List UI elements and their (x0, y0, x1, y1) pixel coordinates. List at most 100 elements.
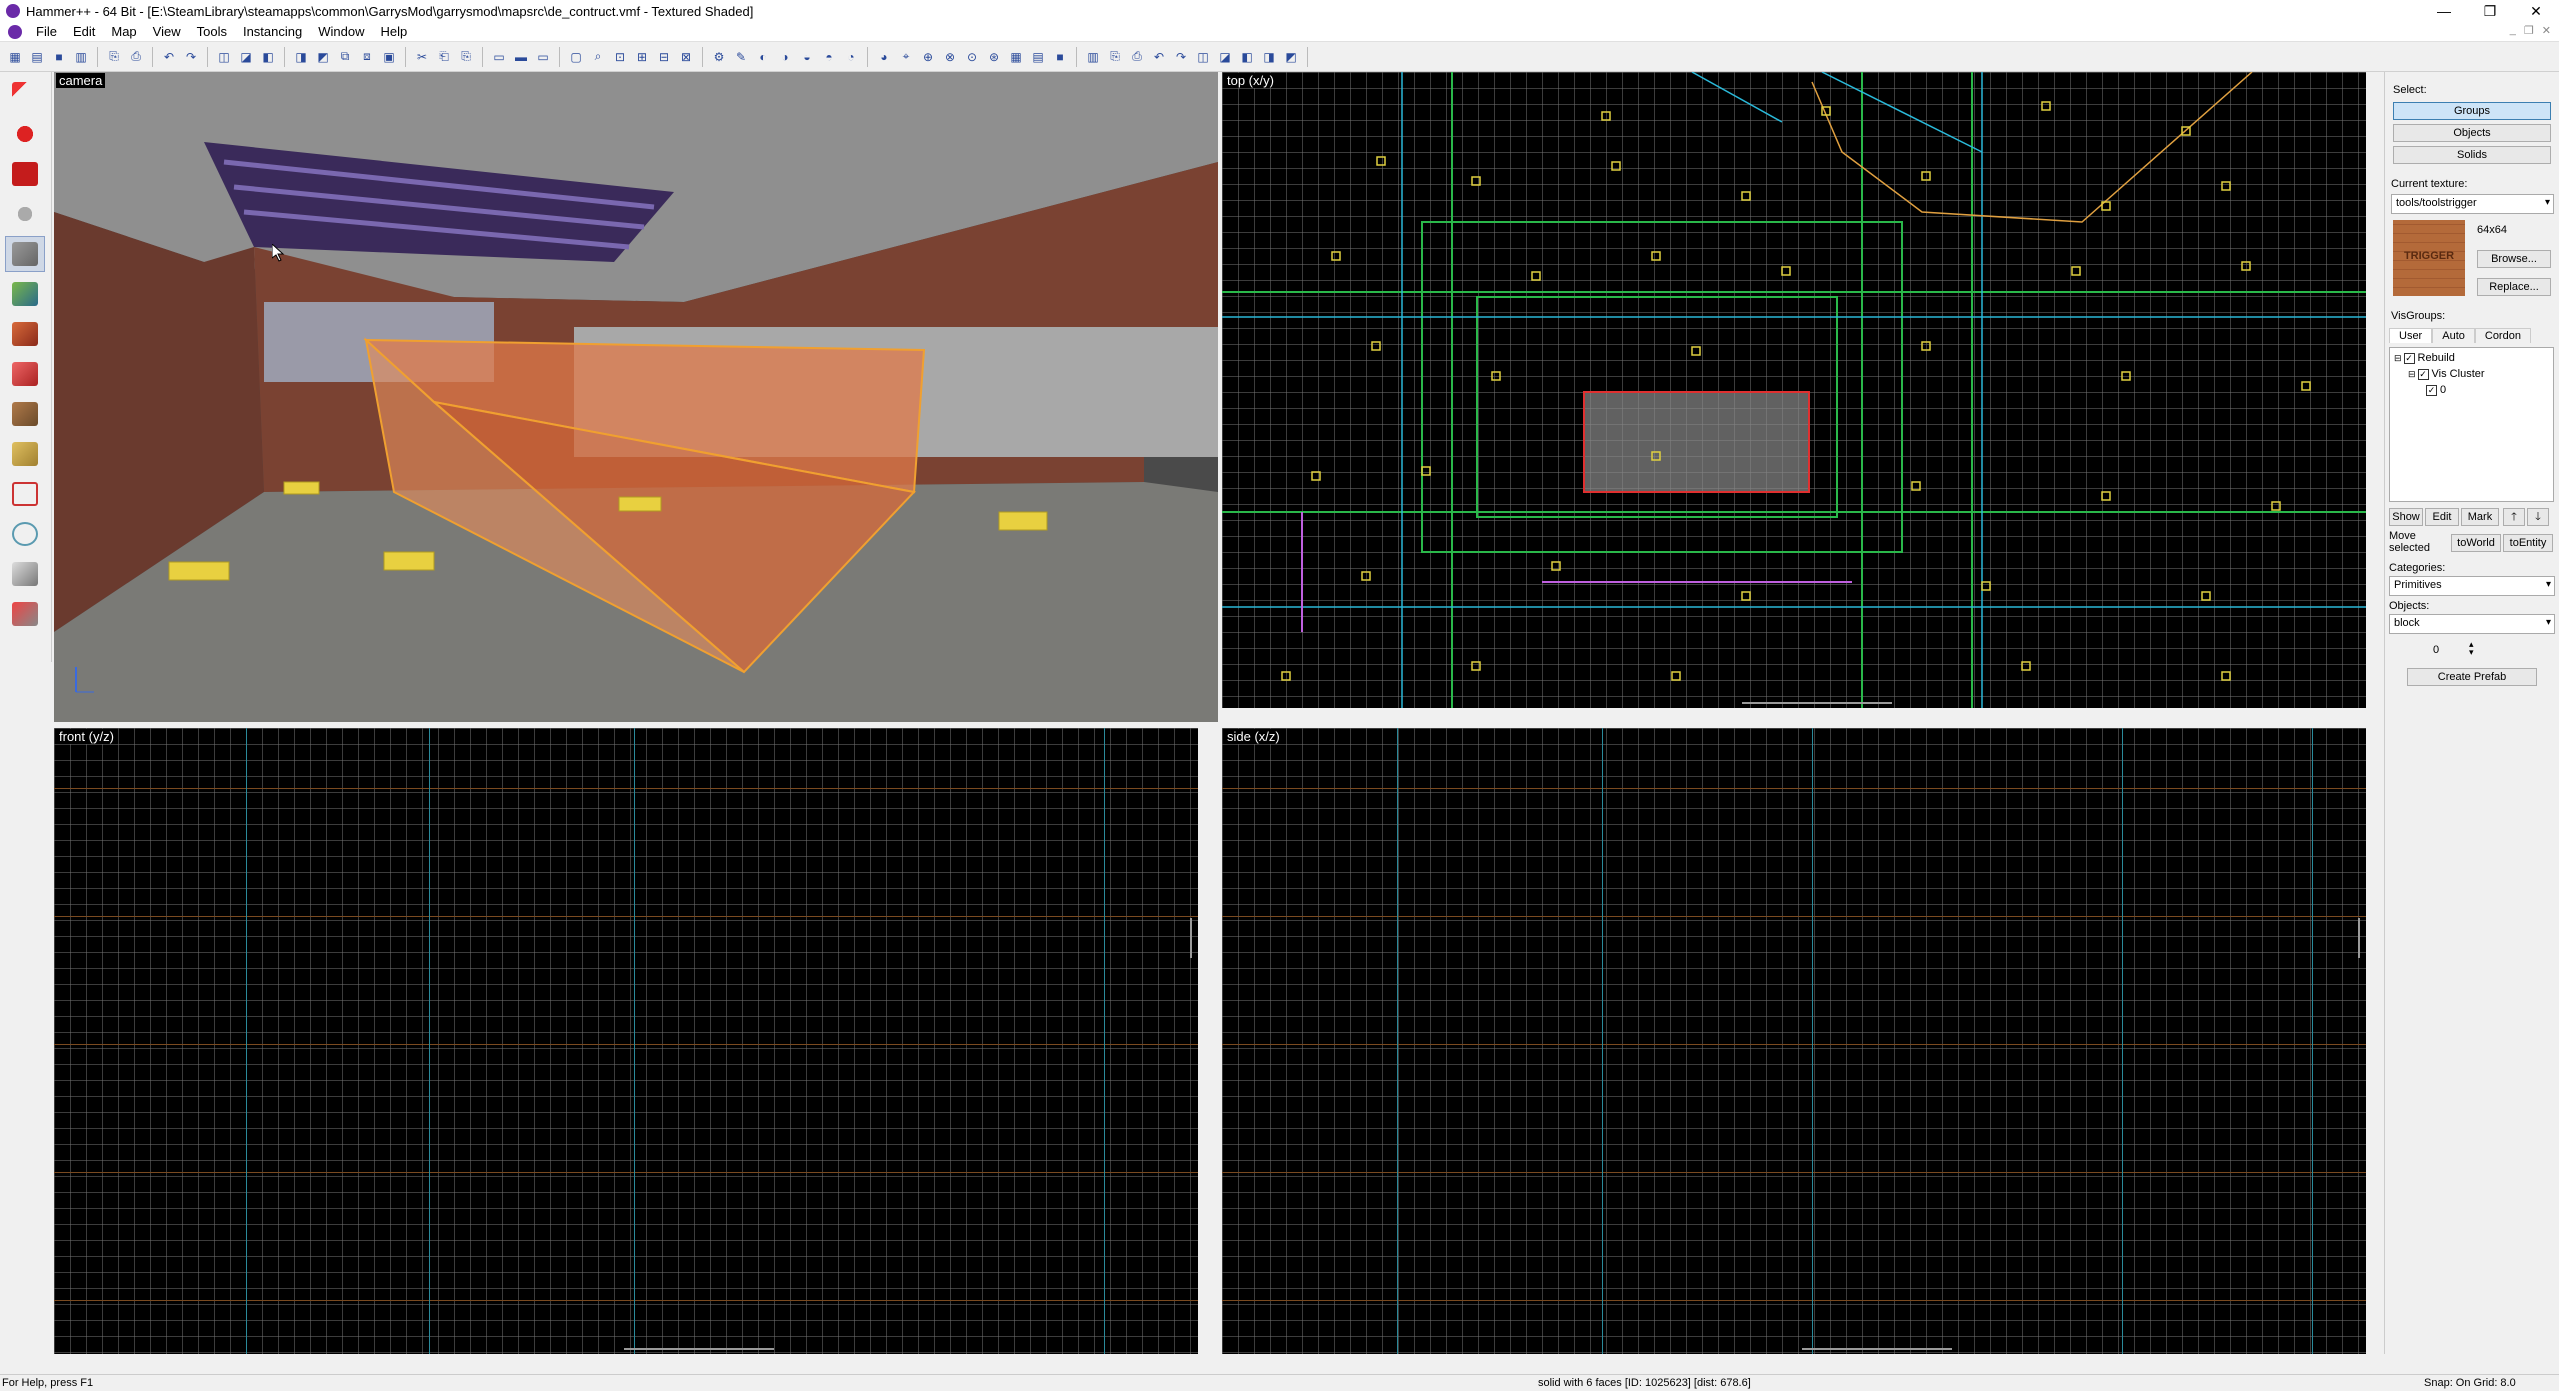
side-v-scroll-grip[interactable] (2358, 918, 2360, 958)
toolbar-tool-icon[interactable]: ⊞ (632, 47, 652, 67)
menu-map[interactable]: Map (103, 24, 144, 39)
toolbar-tool-icon[interactable]: ◩ (1281, 47, 1301, 67)
toolbar-tool-icon[interactable]: ✎ (731, 47, 751, 67)
toolbar-tool-icon[interactable]: ◑ (775, 47, 795, 67)
menu-tools[interactable]: Tools (189, 24, 235, 39)
toolbar-tool-icon[interactable]: ⊙ (962, 47, 982, 67)
camera-viewport[interactable]: camera (54, 72, 1218, 722)
toolbar-tool-icon[interactable]: ⎗ (434, 47, 454, 67)
camera-tool-icon[interactable] (5, 156, 45, 192)
replace-button[interactable]: Replace... (2477, 278, 2551, 296)
cordon-tool-icon[interactable] (5, 556, 45, 592)
toolbar-tool-icon[interactable]: ⊡ (610, 47, 630, 67)
toolbar-tool-icon[interactable]: ◓ (819, 47, 839, 67)
toolbar-tool-icon[interactable]: ◫ (214, 47, 234, 67)
toolbar-tool-icon[interactable]: ⊠ (676, 47, 696, 67)
side-h-scroll-grip[interactable] (1802, 1348, 1952, 1350)
toolbar-tool-icon[interactable]: ↶ (159, 47, 179, 67)
to-entity-button[interactable]: toEntity (2503, 534, 2553, 552)
front-viewport[interactable]: front (y/z) (54, 728, 1198, 1354)
toolbar-tool-icon[interactable]: ⧈ (357, 47, 377, 67)
close-button[interactable]: ✕ (2513, 0, 2559, 22)
toolbar-tool-icon[interactable]: ◩ (313, 47, 333, 67)
create-prefab-button[interactable]: Create Prefab (2407, 668, 2537, 686)
overlay-tool-icon[interactable] (5, 396, 45, 432)
side-viewport[interactable]: side (x/z) (1222, 728, 2366, 1354)
categories-dropdown[interactable]: Primitives ▾ (2389, 576, 2555, 596)
toolbar-tool-icon[interactable]: ↷ (1171, 47, 1191, 67)
to-world-button[interactable]: toWorld (2451, 534, 2501, 552)
tree-item-vis-cluster[interactable]: ⊟ ✓ Vis Cluster (2408, 368, 2485, 380)
clipping-tool-icon[interactable] (5, 436, 45, 472)
toolbar-tool-icon[interactable]: ◫ (1193, 47, 1213, 67)
toolbar-tool-icon[interactable]: ▬ (511, 47, 531, 67)
toolbar-tool-icon[interactable]: ■ (49, 47, 69, 67)
mdi-restore-icon[interactable]: ❐ (2524, 24, 2534, 37)
toolbar-tool-icon[interactable]: ▤ (27, 47, 47, 67)
toolbar-tool-icon[interactable]: ◧ (258, 47, 278, 67)
block-tool-icon[interactable] (5, 236, 45, 272)
show-button[interactable]: Show (2389, 508, 2423, 526)
tab-cordon[interactable]: Cordon (2474, 328, 2531, 343)
tree-item-0[interactable]: ✓ 0 (2426, 384, 2446, 396)
toolbar-tool-icon[interactable]: ↷ (181, 47, 201, 67)
menu-view[interactable]: View (145, 24, 189, 39)
toolbar-tool-icon[interactable]: ⊕ (918, 47, 938, 67)
top-viewport[interactable]: top (x/y) (1222, 72, 2366, 708)
menu-window[interactable]: Window (310, 24, 372, 39)
toolbar-tool-icon[interactable]: ⚙ (709, 47, 729, 67)
toolbar-tool-icon[interactable]: ◨ (1259, 47, 1279, 67)
menu-file[interactable]: File (28, 24, 65, 39)
edit-button[interactable]: Edit (2425, 508, 2459, 526)
apply-texture-icon[interactable] (5, 316, 45, 352)
tree-item-rebuild[interactable]: ⊟ ✓ Rebuild (2394, 352, 2455, 364)
spin-buttons-icon[interactable]: ▴ ▾ (2469, 640, 2474, 657)
menu-help[interactable]: Help (372, 24, 415, 39)
toolbar-tool-icon[interactable]: ▣ (379, 47, 399, 67)
mdi-close-icon[interactable]: ✕ (2542, 24, 2551, 37)
mark-button[interactable]: Mark (2461, 508, 2499, 526)
magnify-tool-icon[interactable] (5, 116, 45, 152)
toolbar-tool-icon[interactable]: ⌖ (896, 47, 916, 67)
toolbar-tool-icon[interactable]: ⎙ (1127, 47, 1147, 67)
toolbar-tool-icon[interactable]: ▭ (489, 47, 509, 67)
menu-edit[interactable]: Edit (65, 24, 103, 39)
browse-button[interactable]: Browse... (2477, 250, 2551, 268)
toolbar-tool-icon[interactable]: ⊟ (654, 47, 674, 67)
toolbar-tool-icon[interactable]: ⎙ (126, 47, 146, 67)
front-v-scroll-grip[interactable] (1190, 918, 1192, 958)
toolbar-tool-icon[interactable]: ■ (1050, 47, 1070, 67)
toolbar-tool-icon[interactable]: ✂ (412, 47, 432, 67)
minimize-button[interactable]: — (2421, 0, 2467, 22)
mdi-minimize-icon[interactable]: _ (2510, 24, 2516, 37)
select-solids-button[interactable]: Solids (2393, 146, 2551, 164)
toolbar-tool-icon[interactable]: ▦ (1006, 47, 1026, 67)
texture-application-icon[interactable] (5, 276, 45, 312)
select-groups-button[interactable]: Groups (2393, 102, 2551, 120)
entity-tool-icon[interactable] (5, 196, 45, 232)
top-h-scroll-grip[interactable] (1742, 702, 1892, 704)
toolbar-tool-icon[interactable]: ⎘ (456, 47, 476, 67)
select-objects-button[interactable]: Objects (2393, 124, 2551, 142)
move-up-icon[interactable]: 🡑 (2503, 508, 2525, 526)
toolbar-tool-icon[interactable]: ⊗ (940, 47, 960, 67)
toolbar-tool-icon[interactable]: ◐ (753, 47, 773, 67)
menu-instancing[interactable]: Instancing (235, 24, 310, 39)
move-down-icon[interactable]: 🡓 (2527, 508, 2549, 526)
toolbar-tool-icon[interactable]: ⎘ (1105, 47, 1125, 67)
selection-tool-icon[interactable] (5, 76, 45, 112)
toolbar-tool-icon[interactable]: ◪ (236, 47, 256, 67)
restore-button[interactable]: ❐ (2467, 0, 2513, 22)
toolbar-tool-icon[interactable]: ◒ (797, 47, 817, 67)
tab-user[interactable]: User (2389, 328, 2433, 343)
face-index-value[interactable]: 0 (2433, 644, 2439, 656)
vertex-tool-icon[interactable] (5, 476, 45, 512)
current-texture-dropdown[interactable]: tools/toolstrigger ▾ (2391, 194, 2554, 214)
toolbar-tool-icon[interactable]: ◕ (874, 47, 894, 67)
objects-dropdown[interactable]: block ▾ (2389, 614, 2555, 634)
toolbar-tool-icon[interactable]: ◧ (1237, 47, 1257, 67)
toolbar-tool-icon[interactable]: ⊛ (984, 47, 1004, 67)
toolbar-tool-icon[interactable]: ↶ (1149, 47, 1169, 67)
toolbar-tool-icon[interactable]: ⎘ (104, 47, 124, 67)
path-tool-icon[interactable] (5, 516, 45, 552)
